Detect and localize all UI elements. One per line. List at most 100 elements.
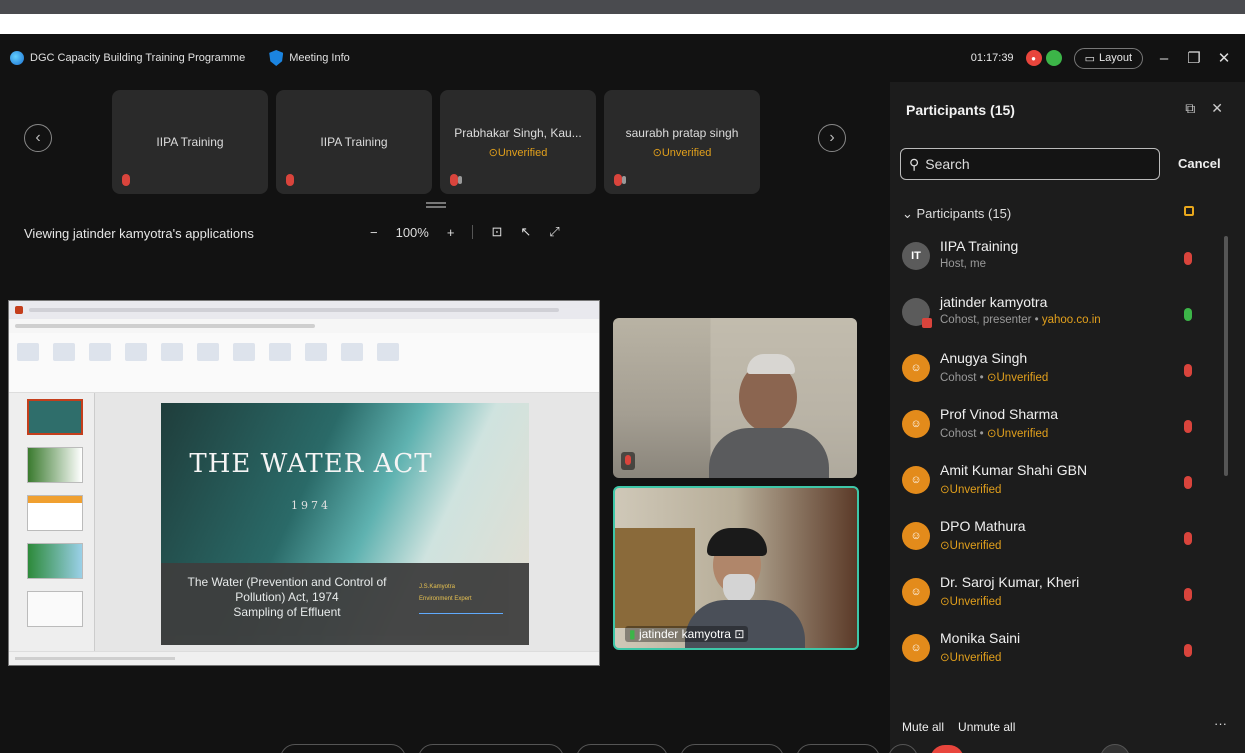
slide-thumbnail bbox=[27, 543, 83, 579]
participant-row[interactable]: ☺ DPO Mathura ⊙Unverified bbox=[890, 512, 1220, 568]
ppt-tabs-row bbox=[15, 324, 315, 328]
reactions-button[interactable] bbox=[796, 744, 880, 753]
slide-thumbnail bbox=[27, 447, 83, 483]
participant-name: jatinder kamyotra bbox=[940, 294, 1048, 310]
mic-muted-icon[interactable] bbox=[1184, 644, 1192, 657]
mic-muted-icon[interactable] bbox=[1184, 252, 1192, 265]
mute-all-button[interactable]: Mute all bbox=[902, 720, 944, 734]
next-thumbnails-button[interactable]: › bbox=[818, 124, 846, 152]
popout-icon[interactable]: ⧉ bbox=[1185, 100, 1195, 117]
participants-section-header[interactable]: ⌄ Participants (15) bbox=[902, 206, 1011, 222]
unverified-badge: ⊙Unverified bbox=[940, 540, 1002, 552]
mute-button[interactable] bbox=[280, 744, 406, 753]
connection-icon[interactable] bbox=[1045, 50, 1062, 66]
title-bar: DGC Capacity Building Training Programme… bbox=[0, 34, 1245, 82]
sharing-icon: ⊡ bbox=[734, 627, 745, 641]
pointer-icon[interactable]: ↖ bbox=[520, 224, 531, 240]
ppt-body: THE WATER ACT 1974 The Water (Prevention… bbox=[9, 393, 599, 651]
thumbnail-name: Prabhakar Singh, Kau... bbox=[454, 125, 582, 140]
avatar: ☺ bbox=[902, 410, 930, 438]
participant-row[interactable]: ☺ Amit Kumar Shahi GBN ⊙Unverified bbox=[890, 456, 1220, 512]
minimize-button[interactable]: – bbox=[1155, 50, 1173, 67]
zoom-controls: − 100% + ⊡ ↖ ⤢ bbox=[370, 224, 560, 240]
avatar: IT bbox=[902, 242, 930, 270]
author-name: J.S.Kamyotra bbox=[419, 584, 456, 590]
thumbnail-tile[interactable]: saurabh pratap singh ⊙Unverified bbox=[604, 90, 760, 194]
lock-icon[interactable] bbox=[1184, 206, 1194, 216]
person-icon: ☺ bbox=[910, 474, 922, 486]
section-label: Participants (15) bbox=[916, 206, 1012, 221]
participant-row[interactable]: IT IIPA Training Host, me bbox=[890, 232, 1220, 288]
role-text: Host, me bbox=[940, 258, 987, 270]
role-text: Cohost • bbox=[940, 428, 987, 440]
meeting-info-link[interactable]: Meeting Info bbox=[289, 52, 350, 64]
record-button[interactable] bbox=[680, 744, 784, 753]
video-button[interactable] bbox=[418, 744, 564, 753]
author-email-link bbox=[419, 608, 503, 614]
mic-muted-icon[interactable] bbox=[1184, 532, 1192, 545]
shared-screen[interactable]: THE WATER ACT 1974 The Water (Prevention… bbox=[8, 300, 600, 666]
mic-muted-icon[interactable] bbox=[1184, 476, 1192, 489]
thumbnail-tile[interactable]: IIPA Training bbox=[276, 90, 432, 194]
mic-muted-icon[interactable] bbox=[1184, 588, 1192, 601]
fullscreen-icon[interactable]: ⤢ bbox=[549, 224, 559, 240]
slides-pane bbox=[9, 393, 95, 651]
ribbon-icon bbox=[305, 343, 327, 361]
mic-muted-icon[interactable] bbox=[1184, 364, 1192, 377]
video-tile[interactable] bbox=[613, 318, 857, 478]
recording-icon[interactable]: ● bbox=[1025, 50, 1042, 66]
restore-button[interactable]: ❐ bbox=[1185, 49, 1203, 67]
resize-handle[interactable] bbox=[426, 202, 446, 208]
thumbnail-tile[interactable]: IIPA Training bbox=[112, 90, 268, 194]
webex-logo-icon bbox=[10, 51, 24, 65]
mic-muted-icon[interactable] bbox=[1184, 420, 1192, 433]
mic-on-icon[interactable] bbox=[1184, 308, 1192, 321]
participant-row[interactable]: jatinder kamyotra Cohost, presenter • ya… bbox=[890, 288, 1220, 344]
viewing-label: Viewing jatinder kamyotra's applications bbox=[24, 226, 254, 241]
close-panel-icon[interactable]: ✕ bbox=[1211, 100, 1223, 117]
ribbon-icon bbox=[89, 343, 111, 361]
subtitle-line: Pollution) Act, 1974 bbox=[235, 590, 339, 604]
ribbon-icon bbox=[341, 343, 363, 361]
participant-row[interactable]: ☺ Prof Vinod Sharma Cohost • ⊙Unverified bbox=[890, 400, 1220, 456]
ribbon-icon bbox=[161, 343, 183, 361]
chevron-right-icon: › bbox=[829, 129, 835, 146]
person-icon: ☺ bbox=[910, 362, 922, 374]
person-icon: ☺ bbox=[910, 530, 922, 542]
prev-thumbnails-button[interactable]: ‹ bbox=[24, 124, 52, 152]
cancel-button[interactable]: Cancel bbox=[1178, 156, 1221, 171]
zoom-in-button[interactable]: + bbox=[447, 225, 455, 240]
participant-row[interactable]: ☺ Dr. Saroj Kumar, Kheri ⊙Unverified bbox=[890, 568, 1220, 624]
ppt-ribbon-tabs bbox=[9, 319, 599, 333]
active-speaker-tile[interactable]: ▮ jatinder kamyotra ⊡ bbox=[613, 486, 859, 650]
scrollbar[interactable] bbox=[1224, 236, 1228, 476]
unverified-badge: ⊙Unverified bbox=[986, 372, 1049, 384]
mic-muted-icon bbox=[614, 174, 622, 186]
slide-year: 1974 bbox=[291, 499, 331, 512]
status-text bbox=[15, 657, 175, 660]
more-options-button[interactable]: ··· bbox=[1214, 716, 1227, 731]
layout-icon: ▭ bbox=[1084, 52, 1095, 65]
app-title: DGC Capacity Building Training Programme bbox=[30, 52, 246, 64]
avatar: ☺ bbox=[902, 634, 930, 662]
participant-name-label: ▮ jatinder kamyotra ⊡ bbox=[625, 626, 749, 642]
zoom-out-button[interactable]: − bbox=[370, 225, 378, 240]
ppt-statusbar bbox=[9, 651, 599, 665]
unverified-badge: ⊙Unverified bbox=[986, 428, 1049, 440]
unmute-all-button[interactable]: Unmute all bbox=[958, 720, 1015, 734]
participant-row[interactable]: ☺ Monika Saini ⊙Unverified bbox=[890, 624, 1220, 662]
thumbnail-tile[interactable]: Prabhakar Singh, Kau... ⊙Unverified bbox=[440, 90, 596, 194]
share-button[interactable] bbox=[576, 744, 668, 753]
layout-button[interactable]: ▭ Layout bbox=[1073, 47, 1143, 69]
unverified-badge: ⊙Unverified bbox=[488, 146, 548, 159]
ppt-title-text bbox=[29, 308, 559, 312]
annotate-icon[interactable]: ⊡ bbox=[491, 224, 502, 240]
mic-muted-icon bbox=[621, 452, 635, 470]
ribbon-icon bbox=[233, 343, 255, 361]
participant-row[interactable]: ☺ Anugya Singh Cohost • ⊙Unverified bbox=[890, 344, 1220, 400]
close-button[interactable]: ✕ bbox=[1215, 49, 1233, 67]
participants-panel: Participants (15) ⧉ ✕ ⚲ Search Cancel ⌄ … bbox=[890, 82, 1245, 753]
person-icon: ☺ bbox=[910, 642, 922, 654]
shield-icon[interactable] bbox=[269, 50, 284, 66]
search-input[interactable]: ⚲ Search bbox=[900, 148, 1160, 180]
